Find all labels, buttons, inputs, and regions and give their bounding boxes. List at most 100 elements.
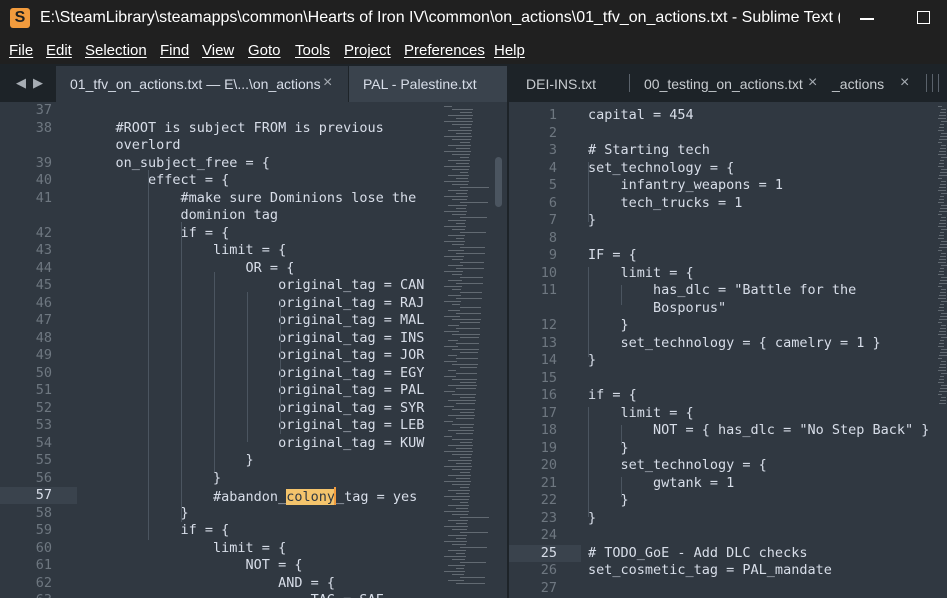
minimap-line — [940, 208, 947, 209]
line-number: 56 — [35, 469, 52, 486]
code-line[interactable]: limit = { — [83, 540, 286, 556]
code-line[interactable]: original_tag = CAN — [83, 277, 424, 293]
close-icon[interactable]: × — [900, 74, 909, 92]
code-line[interactable]: } — [588, 440, 629, 456]
minimap[interactable] — [440, 102, 495, 598]
triangle-left-icon[interactable]: ◀ — [16, 75, 26, 91]
minimap-line — [456, 388, 476, 389]
code-line[interactable]: } — [588, 510, 596, 526]
code-line[interactable]: on_subject_free = { — [83, 155, 270, 171]
minimap-line — [939, 247, 947, 248]
code-line[interactable]: } — [588, 317, 629, 333]
code-line[interactable]: original_tag = EGY — [83, 365, 424, 381]
code-line[interactable]: if = { — [83, 225, 230, 241]
code-line[interactable]: } — [83, 452, 254, 468]
minimap[interactable] — [937, 102, 947, 598]
code-line[interactable]: # TODO_GoE - Add DLC checks — [588, 545, 807, 561]
code-line[interactable]: #ROOT is subject FROM is previous — [83, 120, 384, 136]
minimize-icon[interactable] — [860, 18, 874, 20]
code-line[interactable]: #make sure Dominions lose the — [83, 190, 417, 206]
menu-preferences[interactable]: Preferences — [404, 42, 485, 59]
code-line[interactable]: dominion tag — [83, 207, 279, 223]
code-line[interactable]: set_technology = { — [588, 457, 767, 473]
code-line[interactable]: original_tag = RAJ — [83, 295, 424, 311]
minimap-line — [938, 202, 944, 203]
code-line[interactable]: set_technology = { camelry = 1 } — [588, 335, 881, 351]
tab-01-tfv-on-actions[interactable]: 01_tfv_on_actions.txt — E\...\on_actions… — [56, 66, 348, 102]
minimap-line — [448, 415, 475, 416]
code-line[interactable]: } — [588, 352, 596, 368]
scrollbar-thumb[interactable] — [495, 157, 502, 207]
code-line[interactable]: TAG = SAF — [83, 592, 384, 598]
code-line[interactable]: effect = { — [83, 172, 229, 188]
minimap-line — [452, 289, 461, 290]
line-number: 16 — [540, 387, 557, 403]
code-line[interactable]: gwtank = 1 — [588, 475, 734, 491]
triangle-right-icon[interactable]: ▶ — [33, 75, 43, 91]
code-line[interactable]: NOT = { — [83, 557, 303, 573]
code-line[interactable]: has_dlc = "Battle for the — [588, 282, 856, 298]
menu-help[interactable]: Help — [494, 42, 525, 59]
code-line[interactable]: NOT = { has_dlc = "No Step Back" } — [588, 422, 929, 438]
menu-file[interactable]: File — [9, 42, 33, 59]
code-line[interactable]: } — [83, 505, 189, 521]
code-line[interactable]: original_tag = SYR — [83, 400, 424, 416]
editor-pane-right[interactable]: 1 capital = 454 2 3 # Starting tech 4 set_tech… — [509, 102, 947, 598]
minimap-line — [938, 226, 946, 227]
code-line[interactable]: infantry_weapons = 1 — [588, 177, 784, 193]
minimap-line — [444, 346, 458, 347]
code-line[interactable]: AND = { — [83, 575, 335, 591]
minimap-line — [444, 196, 468, 197]
minimap-line — [939, 295, 946, 296]
menu-selection[interactable]: Selection — [85, 42, 147, 59]
tab-actions[interactable]: _actions × — [832, 66, 922, 102]
code-line[interactable]: IF = { — [588, 247, 637, 263]
code-line[interactable]: #abandon_colony_tag = yes — [83, 487, 417, 505]
code-line[interactable]: set_technology = { — [588, 160, 734, 176]
code-line[interactable]: limit = { — [83, 242, 286, 258]
pane-divider[interactable] — [507, 102, 509, 598]
line-number: 61 — [35, 557, 52, 573]
menu-tools[interactable]: Tools — [295, 42, 330, 59]
maximize-icon[interactable] — [917, 11, 930, 24]
close-icon[interactable]: × — [808, 74, 817, 92]
menu-goto[interactable]: Goto — [248, 42, 281, 59]
code-line[interactable]: tech_trucks = 1 — [588, 195, 743, 211]
menu-view[interactable]: View — [202, 42, 234, 59]
code-line[interactable]: Bosporus" — [588, 300, 726, 316]
minimap-line — [456, 298, 482, 299]
close-icon[interactable]: × — [323, 74, 332, 92]
code-line[interactable]: limit = { — [588, 405, 694, 421]
code-line[interactable]: original_tag = PAL — [83, 382, 424, 398]
menu-find[interactable]: Find — [160, 42, 189, 59]
tab-dei-ins[interactable]: DEI-INS.txt — [512, 66, 627, 102]
code-line[interactable]: # Starting tech — [588, 142, 710, 158]
code-line[interactable]: original_tag = LEB — [83, 417, 424, 433]
code-line[interactable]: } — [588, 212, 596, 228]
code-line[interactable]: } — [588, 492, 629, 508]
minimap-line — [938, 346, 944, 347]
code-line[interactable]: capital = 454 — [588, 107, 694, 123]
code-line[interactable]: original_tag = INS — [83, 330, 424, 346]
code-line[interactable]: original_tag = MAL — [83, 312, 424, 328]
code-line[interactable]: original_tag = JOR — [83, 347, 424, 363]
code-line[interactable]: if = { — [83, 522, 230, 538]
code-line[interactable]: set_cosmetic_tag = PAL_mandate — [588, 562, 832, 578]
tab-00-testing-on-actions[interactable]: 00_testing_on_actions.txt × — [630, 66, 830, 102]
menu-edit[interactable]: Edit — [46, 42, 72, 59]
minimap-line — [448, 355, 457, 356]
menu-project[interactable]: Project — [344, 42, 391, 59]
minimap-line — [941, 277, 947, 278]
editor-pane-left[interactable]: 37 38 #ROOT is subject FROM is previous o… — [0, 102, 507, 598]
code-line[interactable]: if = { — [588, 387, 637, 403]
sublime-app-icon: S — [10, 8, 30, 28]
code-line[interactable]: limit = { — [588, 265, 694, 281]
minimap-line — [452, 499, 469, 500]
code-line[interactable]: } — [83, 470, 221, 486]
code-line[interactable]: overlord — [83, 137, 181, 153]
minimap-line — [938, 214, 942, 215]
minimap-line — [940, 316, 947, 317]
code-line[interactable]: OR = { — [83, 260, 295, 276]
tab-pal-palestine[interactable]: PAL - Palestine.txt — [349, 66, 507, 102]
code-line[interactable]: original_tag = KUW — [83, 435, 424, 451]
